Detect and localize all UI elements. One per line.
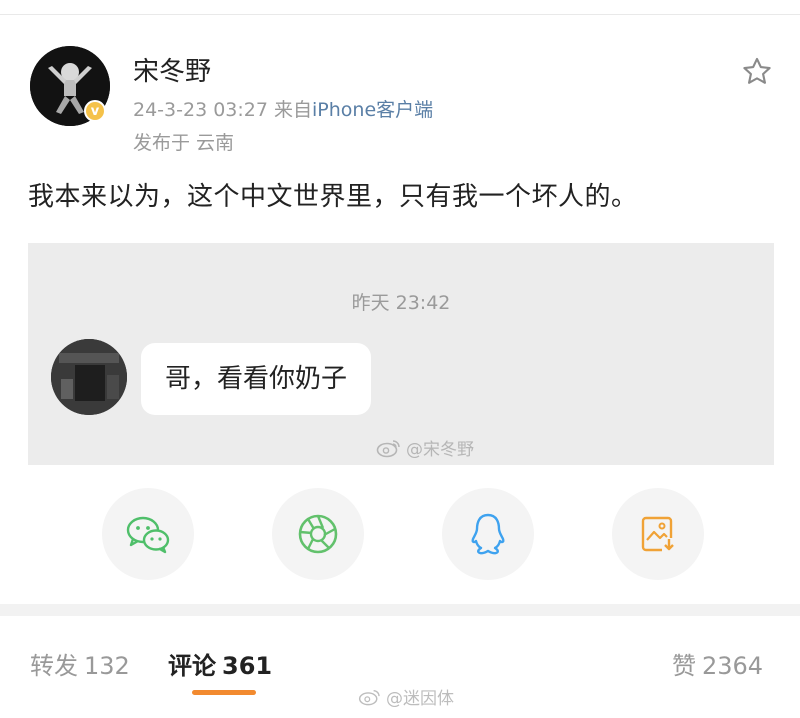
repost-label: 转发 [30,652,78,680]
like-count: 2364 [702,652,764,680]
image-watermark: @宋冬野 [376,435,474,460]
tab-comments[interactable]: 评论 361 [168,646,272,681]
post-meta: 24-3-23 03:27 来自iPhone客户端 [133,95,433,122]
verified-badge-icon: v [84,100,106,122]
embedded-chat-image[interactable]: 昨天 23:42 哥，看看你奶子 @宋冬野 [28,243,774,465]
share-moments-button[interactable] [272,488,364,580]
moments-icon [298,514,338,554]
save-image-icon [641,516,676,552]
post-location: 发布于 云南 [133,132,235,154]
watermark-text: @宋冬野 [406,440,474,460]
comment-label: 评论 [168,652,216,680]
section-divider [0,604,800,616]
comment-count: 361 [222,652,273,680]
repost-count: 132 [84,652,130,680]
favorite-star-icon[interactable] [740,55,774,89]
wechat-icon [126,516,170,554]
tab-likes[interactable]: 赞 2364 [672,646,763,681]
share-wechat-button[interactable] [102,488,194,580]
like-label: 赞 [672,652,696,680]
tab-repost[interactable]: 转发 132 [30,646,130,681]
share-qq-button[interactable] [442,488,534,580]
interaction-tabs: 转发 132 评论 361 赞 2364 @迷因体 [0,616,800,718]
chat-sender-avatar [51,339,127,415]
chat-message-bubble: 哥，看看你奶子 [141,343,372,415]
active-tab-indicator [192,690,256,695]
footer-watermark-text: @迷因体 [386,689,454,709]
source-prefix: 来自 [274,99,313,121]
footer-watermark: @迷因体 [358,684,454,709]
source-client[interactable]: iPhone客户端 [312,99,433,121]
share-row [0,488,800,584]
qq-icon [471,513,505,555]
chat-time: 昨天 23:42 [351,292,451,314]
top-divider [0,14,800,15]
post-text: 我本来以为，这个中文世界里，只有我一个坏人的。 [28,182,638,212]
share-save-image-button[interactable] [612,488,704,580]
weibo-logo-icon [376,439,400,457]
weibo-logo-icon [358,689,380,705]
author-name[interactable]: 宋冬野 [133,51,211,88]
post-timestamp: 24-3-23 03:27 [133,99,268,121]
